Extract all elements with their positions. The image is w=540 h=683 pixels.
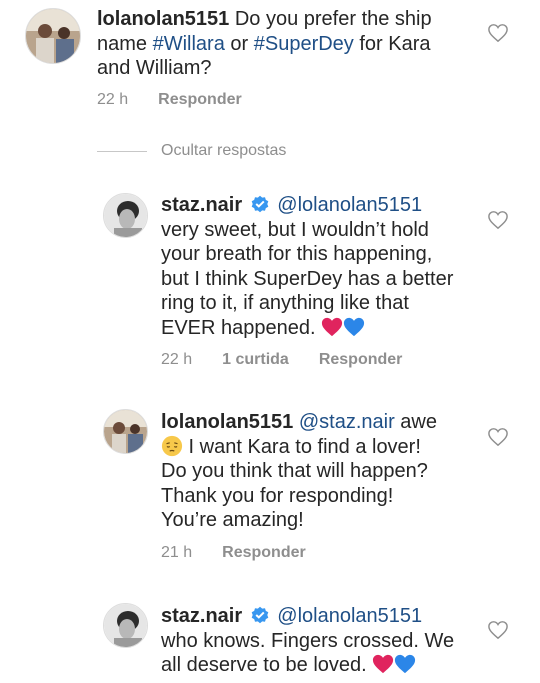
- comment-body: very sweet, but I wouldn’t hold: [161, 218, 429, 241]
- reply-button[interactable]: Responder: [158, 91, 242, 109]
- hide-replies-label: Ocultar respostas: [161, 142, 287, 159]
- comment-text: lolanolan5151 Do you prefer the ship nam…: [97, 7, 477, 81]
- blue-heart-emoji: [344, 317, 365, 336]
- heart-outline-icon[interactable]: [487, 620, 509, 640]
- verified-badge-icon: [251, 195, 269, 213]
- comment-username[interactable]: lolanolan5151: [97, 8, 229, 30]
- heart-outline-icon[interactable]: [487, 427, 509, 447]
- pensive-face-emoji: [161, 435, 183, 456]
- comment-time: 21 h: [161, 544, 193, 561]
- comment-body: your breath for this happening,: [161, 243, 433, 265]
- comment-text: staz.nair @lolanolan5151 very sweet, but…: [161, 193, 481, 340]
- verified-badge-icon: [251, 606, 269, 624]
- comment-body: who knows. Fingers crossed. We: [161, 629, 455, 652]
- comment-body: awe: [394, 411, 437, 433]
- reply-button[interactable]: Responder: [319, 351, 403, 369]
- avatar[interactable]: [103, 603, 148, 648]
- comment-body: Do you prefer the ship: [234, 8, 432, 30]
- likes-count[interactable]: 1 curtida: [222, 351, 289, 369]
- divider-line: [97, 150, 147, 152]
- comment-body: or: [224, 32, 254, 55]
- comment-meta: 21 h Responder: [161, 544, 306, 562]
- mention-link[interactable]: @lolanolan5151: [277, 194, 422, 216]
- mention-link[interactable]: @lolanolan5151: [277, 605, 422, 627]
- comment-body: Thank you for responding!: [161, 484, 394, 507]
- heart-outline-icon[interactable]: [487, 23, 509, 43]
- hashtag-link[interactable]: #SuperDey: [254, 33, 354, 55]
- red-heart-emoji: [373, 654, 394, 674]
- hashtag-link[interactable]: #Willara: [153, 33, 225, 55]
- blue-heart-emoji: [395, 654, 416, 674]
- comment-body: EVER happened.: [161, 316, 316, 339]
- comment-body: Do you think that will happen?: [161, 460, 428, 482]
- comment-body: ring to it, if anything like that: [161, 292, 409, 314]
- mention-link[interactable]: @staz.nair: [299, 411, 395, 433]
- hide-replies-toggle[interactable]: Ocultar respostas: [97, 142, 286, 160]
- comment-time: 22 h: [161, 351, 193, 368]
- comment-body: for Kara: [353, 32, 431, 55]
- comment-username[interactable]: staz.nair: [161, 605, 242, 627]
- comment-body: and William?: [97, 57, 212, 79]
- comment-body: all deserve to be loved.: [161, 654, 367, 676]
- comment-time: 22 h: [97, 91, 129, 108]
- heart-outline-icon[interactable]: [487, 210, 509, 230]
- avatar[interactable]: [25, 8, 81, 64]
- comment-body: name: [97, 32, 153, 55]
- reply-button[interactable]: Responder: [222, 544, 306, 562]
- comment-body: You’re amazing!: [161, 509, 304, 531]
- comment-body: but I think SuperDey has a better: [161, 267, 454, 290]
- avatar[interactable]: [103, 409, 148, 454]
- comment-username[interactable]: lolanolan5151: [161, 411, 293, 433]
- comment-meta: 22 h Responder: [97, 91, 242, 109]
- comment-text: lolanolan5151 @staz.nair awe I want Kara…: [161, 410, 481, 533]
- avatar[interactable]: [103, 193, 148, 238]
- comment-meta: 22 h 1 curtida Responder: [161, 351, 402, 369]
- comment-username[interactable]: staz.nair: [161, 194, 242, 216]
- red-heart-emoji: [322, 317, 343, 336]
- comment-text: staz.nair @lolanolan5151 who knows. Fing…: [161, 604, 481, 678]
- comment-body: I want Kara to find a lover!: [183, 435, 421, 458]
